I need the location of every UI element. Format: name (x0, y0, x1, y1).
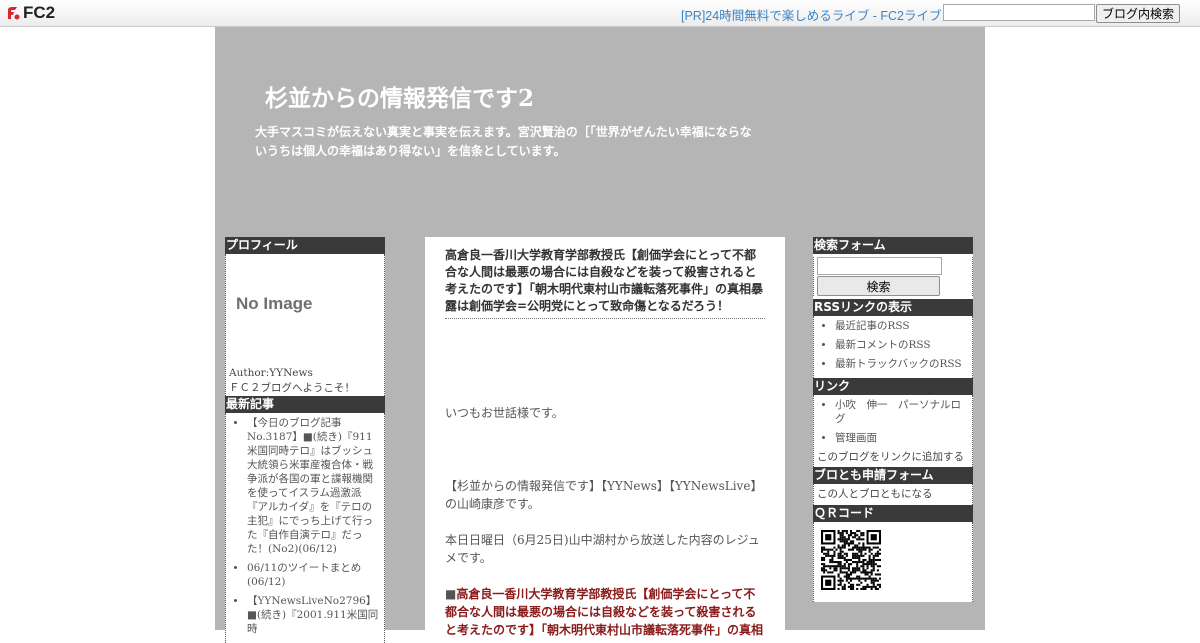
link-item[interactable]: 小吹 伸一 パーソナルログ (835, 398, 968, 426)
blog-description: 大手マスコミが伝えない真実と事実を伝えます。宮沢賢治の［「世界がぜんたい幸福にな… (255, 125, 752, 158)
links-heading: リンク (813, 378, 973, 395)
recent-item[interactable]: 【今日のブログ記事No.3187】■(続き)『911米国同時テロ』はブッシュ大統… (247, 416, 380, 556)
profile-box: No Image Author:YYNews ＦＣ２ブログへようこそ！ (225, 254, 385, 396)
qr-heading: ＱＲコード (813, 505, 973, 522)
entry-highlight: ■高倉良一香川大学教育学部教授氏【創価学会にとって不都合な人間は最悪の場合には自… (445, 585, 765, 639)
rss-link[interactable]: 最新コメントのRSS (835, 338, 968, 352)
entry-title[interactable]: 高倉良一香川大学教育学部教授氏【創価学会にとって不都合な人間は最悪の場合には自殺… (445, 247, 765, 319)
recent-list: 【今日のブログ記事No.3187】■(続き)『911米国同時テロ』はブッシュ大統… (225, 413, 385, 643)
search-form: 検索 (813, 257, 973, 296)
recent-item[interactable]: 06/11のツイートまとめ(06/12) (247, 561, 380, 589)
rss-link[interactable]: 最近記事のRSS (835, 319, 968, 333)
search-heading: 検索フォーム (813, 237, 973, 254)
left-sidebar: プロフィール No Image Author:YYNews ＦＣ２ブログへようこ… (225, 237, 385, 643)
links-list: 小吹 伸一 パーソナルログ 管理画面 (814, 395, 972, 445)
sidebar-search-input[interactable] (817, 257, 942, 275)
pr-link[interactable]: [PR]24時間無料で楽しめるライブ - FC2ライブ (681, 5, 941, 24)
profile-welcome: ＦＣ２ブログへようこそ！ (229, 382, 355, 394)
right-sidebar: 検索フォーム 検索 RSSリンクの表示 最近記事のRSS 最新コメントのRSS … (813, 237, 973, 602)
rss-link[interactable]: 最新トラックバックのRSS (835, 357, 968, 371)
fc2-header-bar: FC2 [PR]24時間無料で楽しめるライブ - FC2ライブ ブログ内検索 (0, 0, 1200, 27)
entry-intro: 【杉並からの情報発信です】【YYNews】【YYNewsLive】の山崎康彦です… (445, 479, 763, 511)
rss-heading: RSSリンクの表示 (813, 299, 973, 316)
blog-page: 杉並からの情報発信です2 大手マスコミが伝えない真実と事実を伝えます。宮沢賢治の… (215, 27, 985, 643)
blog-search-button[interactable]: ブログ内検索 (1096, 4, 1180, 23)
link-item[interactable]: 管理画面 (835, 431, 968, 445)
entry-broadcast: 本日日曜日（6月25日)山中湖村から放送した内容のレジュメです。 (445, 533, 760, 565)
add-link[interactable]: このブログをリンクに追加する (814, 450, 972, 467)
blog-search-input[interactable] (943, 4, 1095, 21)
profile-avatar: No Image (226, 254, 384, 366)
qr-code-icon (821, 530, 881, 590)
bullet: ■ (445, 587, 457, 601)
sidebar-search-button[interactable]: 検索 (817, 276, 940, 296)
friend-box: この人とブロともになる (813, 484, 973, 505)
profile-author: Author:YYNews (229, 367, 313, 379)
recent-heading: 最新記事 (225, 396, 385, 413)
fc2-logo[interactable]: FC2 (6, 3, 55, 23)
rss-list: 最近記事のRSS 最新コメントのRSS 最新トラックバックのRSS (813, 316, 973, 378)
fc2-logo-text: FC2 (23, 3, 56, 22)
main-entry: 高倉良一香川大学教育学部教授氏【創価学会にとって不都合な人間は最悪の場合には自殺… (425, 237, 785, 637)
links-box: 小吹 伸一 パーソナルログ 管理画面 このブログをリンクに追加する (813, 395, 973, 467)
profile-heading: プロフィール (225, 237, 385, 254)
friend-heading: ブロとも申請フォーム (813, 467, 973, 484)
blog-title[interactable]: 杉並からの情報発信です2 (265, 79, 534, 113)
qr-box (813, 522, 973, 602)
fc2-logo-icon (8, 7, 20, 20)
entry-greeting: いつもお世話様です。 (445, 406, 564, 420)
no-image-text: No Image (236, 294, 313, 313)
friend-link[interactable]: この人とブロともになる (814, 487, 972, 502)
